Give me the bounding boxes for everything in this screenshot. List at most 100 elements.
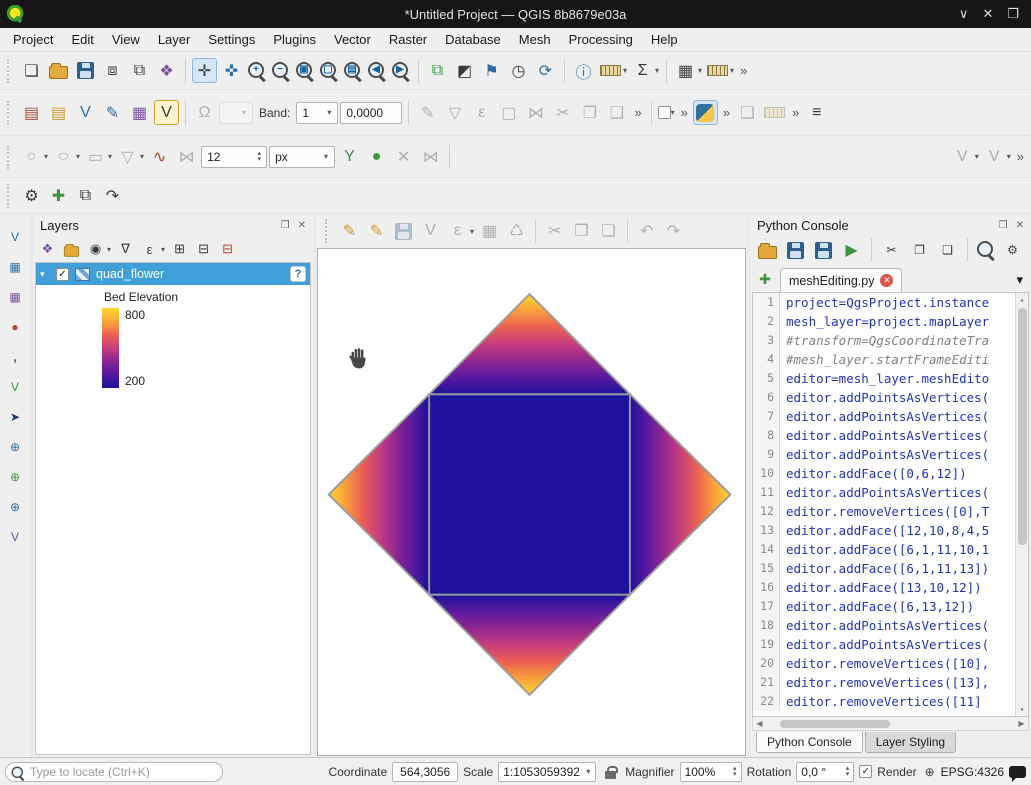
crs-status[interactable]: ⊕ EPSG:4326 (922, 764, 1004, 780)
tab-python-console[interactable]: Python Console (756, 732, 863, 753)
add-raster-layer-button[interactable]: ▦ (3, 254, 28, 279)
rectangle-tool-button[interactable]: ▭ (83, 144, 108, 169)
select-by-expression-button[interactable]: ε (445, 219, 470, 244)
collapse-all-button[interactable]: ⊟ (193, 239, 214, 260)
add-vector-layer-button[interactable]: V (3, 224, 28, 249)
open-layer-styling-button[interactable]: ❖ (37, 239, 58, 260)
spin-down-icon[interactable]: ▾ (733, 772, 737, 778)
delete-selected-button[interactable]: ♺ (504, 219, 529, 244)
scale-combo[interactable]: 1:1053059392▾ (498, 762, 596, 782)
expand-all-button[interactable]: ⊞ (169, 239, 190, 260)
select-dropdown-arrow[interactable]: ▾ (470, 227, 474, 236)
zoom-to-selection-button[interactable]: ▢ (318, 60, 340, 82)
identify-features-button[interactable]: ⓘ (571, 58, 596, 83)
stroke-width-spinbox[interactable]: 12▴▾ (201, 146, 267, 168)
vertical-scrollbar[interactable]: ▴ ▾ (1015, 293, 1028, 716)
processing-options-button[interactable]: ⚙ (19, 183, 44, 208)
table-dropdown-arrow[interactable]: ▾ (698, 66, 702, 75)
filter-legend-button[interactable]: ∇ (115, 239, 136, 260)
save-script-button[interactable] (783, 238, 808, 263)
new-shapefile-layer-button[interactable]: ▤ (46, 100, 71, 125)
copy-features-button[interactable]: ❐ (569, 219, 594, 244)
ellipse-tool-button[interactable]: ○ (47, 144, 81, 169)
console-options-button[interactable]: ⚙ (1000, 238, 1025, 263)
clear-selection-button[interactable]: ✕ (391, 144, 416, 169)
new-geopackage-layer-button[interactable]: ▤ (19, 100, 44, 125)
rotation-spinbox[interactable]: 0,0 °▴▾ (796, 762, 854, 782)
menu-processing[interactable]: Processing (560, 30, 642, 49)
regular-polygon-tool-button[interactable]: ▽ (115, 144, 140, 169)
new-editor-tab-button[interactable]: ✚ (754, 268, 776, 290)
tracing-toggle-button[interactable]: Y (337, 144, 362, 169)
toggle-editing-button[interactable]: ✎ (364, 219, 389, 244)
toolbar-drag-handle[interactable] (7, 145, 14, 169)
multiedit-attributes-button[interactable]: ▦ (477, 219, 502, 244)
circle-tool-button[interactable]: ○ (19, 144, 44, 169)
magnifier-spinbox[interactable]: 100%▴▾ (680, 762, 742, 782)
band-spinbox[interactable]: 1▾ (296, 102, 338, 124)
float-panel-button[interactable]: ❐ (999, 220, 1008, 231)
zoom-last-button[interactable]: ◀ (366, 60, 388, 82)
add-wms-layer-button[interactable]: ⊕ (3, 434, 28, 459)
open-attribute-table-button[interactable]: ▦ (673, 58, 698, 83)
horizontal-scrollbar[interactable]: ◀ ▶ (752, 717, 1029, 731)
rectangle-dropdown-arrow[interactable]: ▾ (108, 152, 112, 161)
code-editor[interactable]: 1project=QgsProject.instance 2mesh_layer… (752, 292, 1029, 717)
python-console-button[interactable] (693, 100, 718, 125)
cut-features-button[interactable]: ✂ (550, 100, 575, 125)
add-feature-button[interactable]: V (418, 219, 443, 244)
map-canvas[interactable] (317, 248, 746, 756)
transform-vertices-button[interactable]: ▢ (496, 100, 521, 125)
tracing-settings-button[interactable]: ● (364, 144, 389, 169)
toolbar-drag-handle[interactable] (7, 184, 14, 208)
vertex-tool-dropdown-arrow[interactable]: ▾ (975, 152, 979, 161)
add-wcs-layer-button[interactable]: ⊕ (3, 464, 28, 489)
lock-scale-icon[interactable] (605, 771, 616, 779)
scroll-right-icon[interactable]: ▶ (1015, 719, 1028, 728)
map-theme-checkbox[interactable] (658, 106, 671, 119)
vertex-tool-all-layers-button[interactable]: V (950, 144, 975, 169)
redo-button[interactable]: ↷ (661, 219, 686, 244)
temporal-controller-button[interactable]: ◷ (506, 58, 531, 83)
menu-view[interactable]: View (103, 30, 149, 49)
measure-dropdown-arrow[interactable]: ▾ (623, 66, 627, 75)
tab-layer-styling[interactable]: Layer Styling (865, 732, 956, 753)
style-manager-button[interactable]: ❖ (154, 58, 179, 83)
coordinate-value-box[interactable]: 564,3056 (392, 762, 458, 782)
toolbar-overflow-button[interactable]: » (737, 63, 750, 78)
zoom-out-button[interactable]: − (270, 60, 292, 82)
vertex-tool-active-layer-button[interactable]: V (982, 144, 1007, 169)
filter-by-expression-button[interactable]: ε (139, 239, 160, 260)
float-panel-button[interactable]: ❐ (281, 220, 290, 231)
close-panel-button[interactable]: ✕ (298, 220, 306, 231)
toolbar-drag-handle[interactable] (7, 101, 14, 125)
zoom-next-button[interactable]: ▶ (390, 60, 412, 82)
move-view-button[interactable]: ↷ (100, 183, 125, 208)
new-3d-map-view-button[interactable]: ◩ (452, 58, 477, 83)
current-edits-button[interactable]: ✎ (337, 219, 362, 244)
copy-button[interactable]: ❐ (907, 238, 932, 263)
undo-button[interactable]: ↶ (634, 219, 659, 244)
digitize-mesh-elements-button[interactable]: ✎ (415, 100, 440, 125)
open-script-button[interactable] (755, 238, 780, 263)
toolbar-overflow-button[interactable]: » (789, 105, 802, 120)
menu-edit[interactable]: Edit (62, 30, 102, 49)
measure-button[interactable] (598, 58, 623, 83)
run-script-button[interactable]: ▶ (839, 238, 864, 263)
refresh-map-button[interactable]: ⟳ (533, 58, 558, 83)
cut-button[interactable]: ✂ (879, 238, 904, 263)
new-temporary-scratch-layer-button[interactable]: ✎ (100, 100, 125, 125)
manage-map-themes-button[interactable]: ◉ (85, 239, 106, 260)
add-virtual-layer-button[interactable]: V (3, 374, 28, 399)
menu-mesh[interactable]: Mesh (510, 30, 560, 49)
save-project-button[interactable] (73, 58, 98, 83)
menu-plugins[interactable]: Plugins (264, 30, 325, 49)
scroll-left-icon[interactable]: ◀ (753, 719, 766, 728)
layer-crs-badge[interactable]: ? (290, 266, 306, 282)
copy-features-button[interactable]: ❐ (577, 100, 602, 125)
add-wfs-layer-button[interactable]: ⊕ (3, 494, 28, 519)
enable-snapping-button[interactable]: Ω (192, 100, 217, 125)
spin-down-icon[interactable]: ▾ (846, 772, 850, 778)
new-map-view-button[interactable]: ⧉ (425, 58, 450, 83)
open-project-button[interactable] (46, 58, 71, 83)
